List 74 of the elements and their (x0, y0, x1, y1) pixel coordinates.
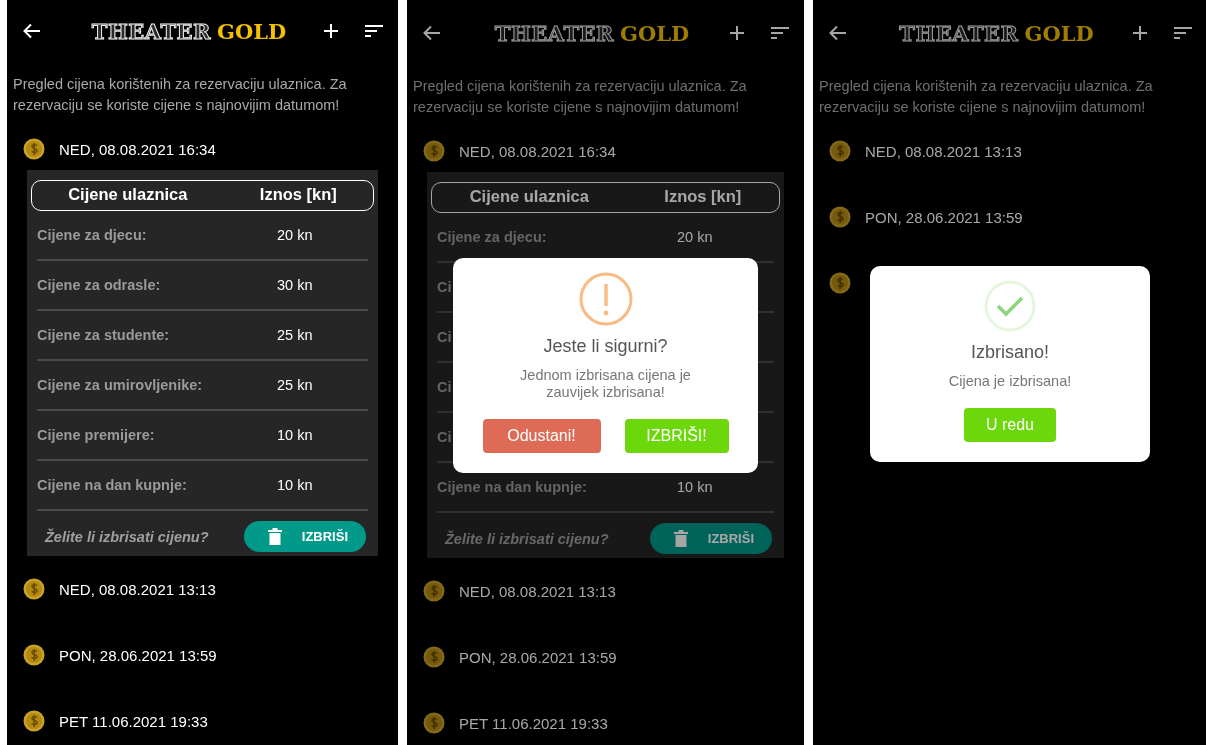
entry-date[interactable]: NED, 08.08.2021 13:13 (865, 142, 1022, 160)
intro-text: Pregled cijena korištenih za rezervaciju ulaznica. Za rezervaciju se koriste cijene s najnovijim datumom! (13, 75, 348, 115)
entry-date[interactable]: NED, 08.08.2021 16:34 (459, 142, 616, 160)
plus-icon[interactable] (322, 22, 340, 40)
price-label: Cijene za djecu: (37, 227, 147, 243)
column-header: Iznos [kn] (259, 185, 337, 204)
price-value: 10 kn (277, 427, 314, 443)
dialog-message: Cijena je izbrisana! (948, 372, 1072, 390)
coin-icon (23, 578, 45, 600)
price-label: Ci (437, 429, 452, 445)
plus-icon[interactable] (728, 24, 746, 42)
back-arrow-icon[interactable] (828, 23, 848, 43)
column-header: Cijene ulaznica (469, 187, 589, 206)
delete-question: Želite li izbrisati cijenu? (445, 530, 609, 547)
sort-icon[interactable] (364, 23, 384, 39)
price-label: Ci (437, 379, 452, 395)
intro-text: Pregled cijena korištenih za rezervaciju ulaznica. Za rezervaciju se koriste cijene s najnovijim datumom! (413, 77, 748, 117)
checkmark-icon (984, 279, 1036, 332)
logo-accent-text: GOLD (620, 20, 690, 46)
coin-icon (423, 140, 445, 162)
dialog-message: Jednom izbrisana cijena je zauvijek izbrisana! (519, 367, 692, 401)
plus-icon[interactable] (1131, 24, 1149, 42)
dialog-title: Jeste li sigurni? (543, 336, 668, 357)
coin-icon (423, 580, 445, 602)
entry-date[interactable]: NED, 08.08.2021 13:13 (459, 582, 616, 600)
entry-date[interactable]: PET 11.06.2021 19:33 (59, 712, 208, 730)
price-label: Cijene na dan kupnje: (37, 477, 187, 493)
logo-text: THEATER (494, 20, 614, 46)
coin-icon (23, 644, 45, 666)
entry-date[interactable]: NED, 08.08.2021 16:34 (59, 140, 216, 158)
price-label: Cijene premijere: (37, 427, 155, 443)
price-label: Cijene za studente: (37, 327, 170, 343)
back-arrow-icon[interactable] (22, 21, 42, 41)
price-value: 10 kn (677, 479, 714, 495)
price-value: 25 kn (277, 327, 314, 343)
sort-icon[interactable] (1173, 25, 1193, 41)
entry-date[interactable]: PON, 28.06.2021 13:59 (865, 208, 1023, 226)
entry-date[interactable]: PET 11.06.2021 19:33 (459, 714, 608, 732)
trash-icon (673, 530, 688, 547)
price-label: Cijene za djecu: (437, 229, 547, 245)
price-label: Cijene na dan kupnje: (437, 479, 587, 495)
logo-accent-text: GOLD (1024, 20, 1094, 46)
price-label: Ci (437, 329, 452, 345)
coin-icon (829, 140, 851, 162)
price-value: 20 kn (277, 227, 314, 243)
entry-date[interactable]: PON, 28.06.2021 13:59 (459, 648, 617, 666)
price-value: 25 kn (277, 377, 314, 393)
coin-icon (423, 646, 445, 668)
price-value: 30 kn (277, 277, 314, 293)
sort-icon[interactable] (770, 25, 790, 41)
column-header: Cijene ulaznica (68, 185, 188, 204)
price-label: Cijene za odrasle: (37, 277, 161, 293)
logo-text: THEATER (899, 20, 1019, 46)
coin-icon (829, 206, 851, 228)
coin-icon (23, 710, 45, 732)
price-value: 20 kn (677, 229, 714, 245)
warning-icon (578, 272, 633, 326)
delete-question: Želite li izbrisati cijenu? (45, 528, 209, 545)
column-header: Iznos [kn] (664, 187, 742, 206)
dialog-title: Izbrisano! (970, 341, 1049, 363)
logo-accent-text: GOLD (217, 18, 287, 44)
entry-date[interactable]: NED, 08.08.2021 13:13 (59, 580, 216, 598)
price-value: 10 kn (277, 477, 314, 493)
intro-text: Pregled cijena korištenih za rezervaciju ulaznica. Za rezervaciju se koriste cijene s najnovijim datumom! (819, 77, 1154, 117)
trash-icon (267, 528, 282, 545)
logo-text: THEATER (91, 18, 211, 44)
price-label: Ci (437, 279, 452, 295)
coin-icon (829, 272, 851, 294)
delete-button[interactable]: IZBRIŠI (243, 521, 366, 552)
price-label: Cijene za umirovljenike: (37, 377, 203, 393)
coin-icon (423, 712, 445, 734)
coin-icon (23, 138, 45, 160)
back-arrow-icon[interactable] (422, 23, 442, 43)
entry-date[interactable]: PON, 28.06.2021 13:59 (59, 646, 217, 664)
